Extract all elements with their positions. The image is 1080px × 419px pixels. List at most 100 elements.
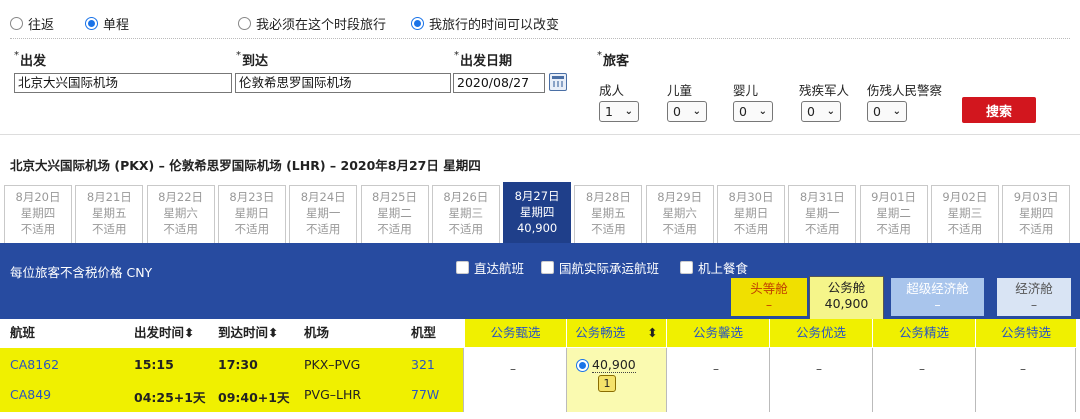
cabin-premium-economy-tab[interactable]: 超级经济舱 –: [891, 278, 984, 316]
filter-meal[interactable]: 机上餐食: [680, 258, 748, 277]
flight-number[interactable]: CA8162: [10, 357, 59, 372]
date-tab-dow: 星期五: [92, 206, 127, 220]
chevron-down-icon: ⌄: [758, 106, 767, 117]
destination-input[interactable]: 伦敦希思罗国际机场: [235, 73, 451, 93]
date-tab-date: 8月21日: [86, 190, 132, 204]
fare-header[interactable]: 公务馨选: [666, 319, 769, 347]
time-flexible-option[interactable]: 我旅行的时间可以改变: [411, 14, 559, 33]
time-fixed-option[interactable]: 我必须在这个时段旅行: [238, 14, 386, 33]
checkbox-icon[interactable]: [680, 261, 693, 274]
radio-selected-icon[interactable]: [411, 17, 424, 30]
arrival-time: 17:30: [218, 357, 258, 372]
date-tab[interactable]: 8月29日 星期六 不适用: [645, 185, 714, 243]
checkbox-icon[interactable]: [456, 261, 469, 274]
col-airport: 机场: [304, 325, 330, 340]
date-tab[interactable]: 8月21日 星期五 不适用: [75, 185, 144, 243]
date-tab-price: 不适用: [448, 222, 484, 236]
divider: [0, 134, 1080, 135]
trip-oneway-option[interactable]: 单程: [85, 14, 129, 33]
date-tab-date: 8月29日: [657, 190, 703, 204]
sort-icon[interactable]: ⬍: [184, 325, 194, 340]
divider: [10, 38, 1070, 39]
grid-line: [463, 348, 464, 412]
pax-veteran-label: 残疾军人: [799, 83, 850, 98]
checkbox-icon[interactable]: [541, 261, 554, 274]
date-tab[interactable]: 8月26日 星期三 不适用: [431, 185, 500, 243]
cabin-business-tab[interactable]: 公务舱 40,900: [809, 276, 884, 319]
sort-icon[interactable]: ⬍: [268, 325, 278, 340]
adult-select[interactable]: 1 ⌄: [599, 101, 639, 122]
fare-header[interactable]: 公务优选: [769, 319, 872, 347]
calendar-icon[interactable]: [549, 73, 567, 91]
airport-route: PVG–LHR: [304, 387, 362, 402]
date-input[interactable]: 2020/08/27: [453, 73, 545, 93]
date-tab-dow: 星期四: [20, 206, 56, 220]
date-tab[interactable]: 8月28日 星期五 不适用: [574, 185, 643, 243]
fare-unavailable: –: [1020, 362, 1026, 376]
search-button[interactable]: 搜索: [962, 97, 1036, 123]
child-select[interactable]: 0 ⌄: [667, 101, 707, 122]
fare-unavailable: –: [510, 362, 516, 376]
date-tab[interactable]: 8月27日 星期四 40,900: [503, 182, 572, 243]
fare-option-business-flex[interactable]: 40,900: [576, 357, 636, 373]
date-tab-price: 不适用: [805, 222, 840, 236]
fare-header[interactable]: 公务特选: [975, 319, 1076, 347]
cabin-first-tab[interactable]: 头等舱 –: [731, 278, 807, 316]
date-tab-date: 8月20日: [15, 190, 61, 204]
departure-time: 15:15: [134, 357, 174, 372]
date-tab[interactable]: 8月22日 星期六 不适用: [146, 185, 215, 243]
infant-select[interactable]: 0 ⌄: [733, 101, 773, 122]
pax-label: *旅客: [597, 50, 630, 69]
date-tab[interactable]: 8月24日 星期一 不适用: [289, 185, 358, 243]
date-tab-dow: 星期二: [876, 206, 911, 220]
date-tab-dow: 星期六: [163, 206, 198, 220]
date-tab-price: 不适用: [20, 222, 56, 236]
date-tab-date: 8月30日: [728, 190, 774, 204]
aircraft-type[interactable]: 77W: [411, 387, 439, 402]
date-tab-price: 不适用: [591, 222, 626, 236]
grid-line: [566, 348, 567, 412]
date-tab-dow: 星期四: [1018, 206, 1054, 220]
date-tab-date: 8月27日: [514, 189, 560, 203]
date-tab[interactable]: 8月25日 星期二 不适用: [360, 185, 429, 243]
date-tab[interactable]: 8月31日 星期一 不适用: [788, 185, 857, 243]
radio-icon[interactable]: [10, 17, 23, 30]
date-tab-date: 8月24日: [300, 190, 346, 204]
trip-roundtrip-option[interactable]: 往返: [10, 14, 54, 33]
date-tab-date: 9月01日: [871, 190, 917, 204]
pax-adult-label: 成人: [599, 83, 625, 98]
date-tab-dow: 星期日: [234, 206, 270, 220]
date-tab-dow: 星期四: [519, 205, 555, 219]
fare-header[interactable]: 公务精选: [872, 319, 975, 347]
date-tab-dow: 星期三: [448, 206, 484, 220]
date-tab[interactable]: 9月02日 星期三 不适用: [930, 185, 999, 243]
cabin-economy-tab[interactable]: 经济舱 –: [997, 278, 1071, 316]
date-tab[interactable]: 9月01日 星期二 不适用: [859, 185, 928, 243]
fare-header[interactable]: 公务畅选 ⬍: [566, 319, 666, 347]
fare-unavailable: –: [816, 362, 822, 376]
veteran-select[interactable]: 0 ⌄: [801, 101, 841, 122]
radio-icon[interactable]: [238, 17, 251, 30]
sort-icon[interactable]: ⬍: [647, 325, 657, 340]
col-departure[interactable]: 出发时间⬍: [134, 319, 195, 347]
flight-number[interactable]: CA849: [10, 387, 51, 402]
radio-selected-icon[interactable]: [576, 358, 589, 372]
date-tab[interactable]: 8月23日 星期日 不适用: [217, 185, 286, 243]
origin-input[interactable]: 北京大兴国际机场: [14, 73, 232, 93]
date-tab-dow: 星期二: [377, 206, 412, 220]
grid-line: [666, 348, 667, 412]
pax-child-label: 儿童: [667, 83, 693, 98]
filter-nonstop[interactable]: 直达航班: [456, 258, 524, 277]
date-tab[interactable]: 9月03日 星期四 不适用: [1002, 185, 1071, 243]
police-select[interactable]: 0 ⌄: [867, 101, 907, 122]
filter-operated-by-ca[interactable]: 国航实际承运航班: [541, 258, 659, 277]
radio-selected-icon[interactable]: [85, 17, 98, 30]
date-tab-price: 不适用: [377, 222, 412, 236]
date-tab-date: 9月02日: [942, 190, 988, 204]
date-tab[interactable]: 8月20日星期四不适用: [4, 185, 72, 243]
aircraft-type[interactable]: 321: [411, 357, 435, 372]
col-arrival[interactable]: 到达时间⬍: [218, 319, 279, 347]
date-tab-price: 不适用: [1018, 222, 1054, 236]
date-tab[interactable]: 8月30日 星期日 不适用: [717, 185, 785, 243]
fare-header[interactable]: 公务甄选: [464, 319, 566, 347]
